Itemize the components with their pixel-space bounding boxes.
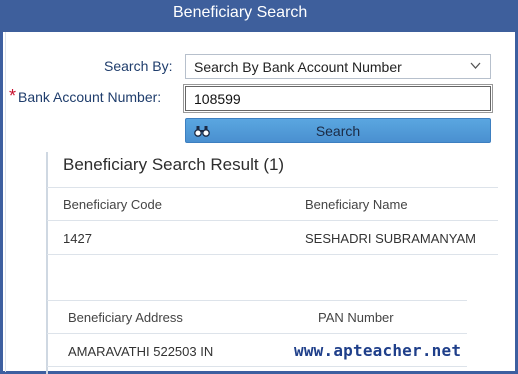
search-by-select[interactable]: Search By Bank Account Number (185, 54, 491, 79)
window-title: Beneficiary Search (173, 4, 308, 21)
search-by-label: Search By: (104, 58, 173, 74)
table2-row-bottom-border (47, 366, 467, 367)
table1-row-bottom-border (47, 254, 498, 255)
column-header-pan-number: PAN Number (318, 310, 394, 325)
title-bar: Beneficiary Search (0, 0, 518, 32)
search-by-value: Search By Bank Account Number (194, 59, 402, 75)
chevron-down-icon (470, 62, 481, 69)
cell-beneficiary-address: AMARAVATHI 522503 IN (68, 344, 214, 359)
bank-account-input[interactable]: 108599 (183, 84, 493, 113)
table1-header-bottom-border (47, 220, 498, 221)
column-header-beneficiary-code: Beneficiary Code (63, 197, 162, 212)
cell-beneficiary-code: 1427 (63, 231, 92, 246)
bank-account-label-text: Bank Account Number: (18, 89, 162, 105)
bank-account-label: Bank Account Number: (9, 89, 161, 105)
results-title: Beneficiary Search Result (1) (63, 155, 285, 174)
watermark: www.apteacher.net (294, 341, 462, 360)
table2-header-top-border (47, 300, 467, 301)
column-header-beneficiary-address: Beneficiary Address (68, 310, 183, 325)
search-button-label: Search (315, 123, 361, 139)
table1-header-top-border (47, 187, 498, 188)
search-button[interactable]: Search (185, 118, 491, 143)
bank-account-value: 108599 (194, 91, 241, 107)
table2-header-bottom-border (47, 333, 467, 334)
column-header-beneficiary-name: Beneficiary Name (305, 197, 408, 212)
cell-beneficiary-name: SESHADRI SUBRAMANYAM (305, 231, 476, 246)
